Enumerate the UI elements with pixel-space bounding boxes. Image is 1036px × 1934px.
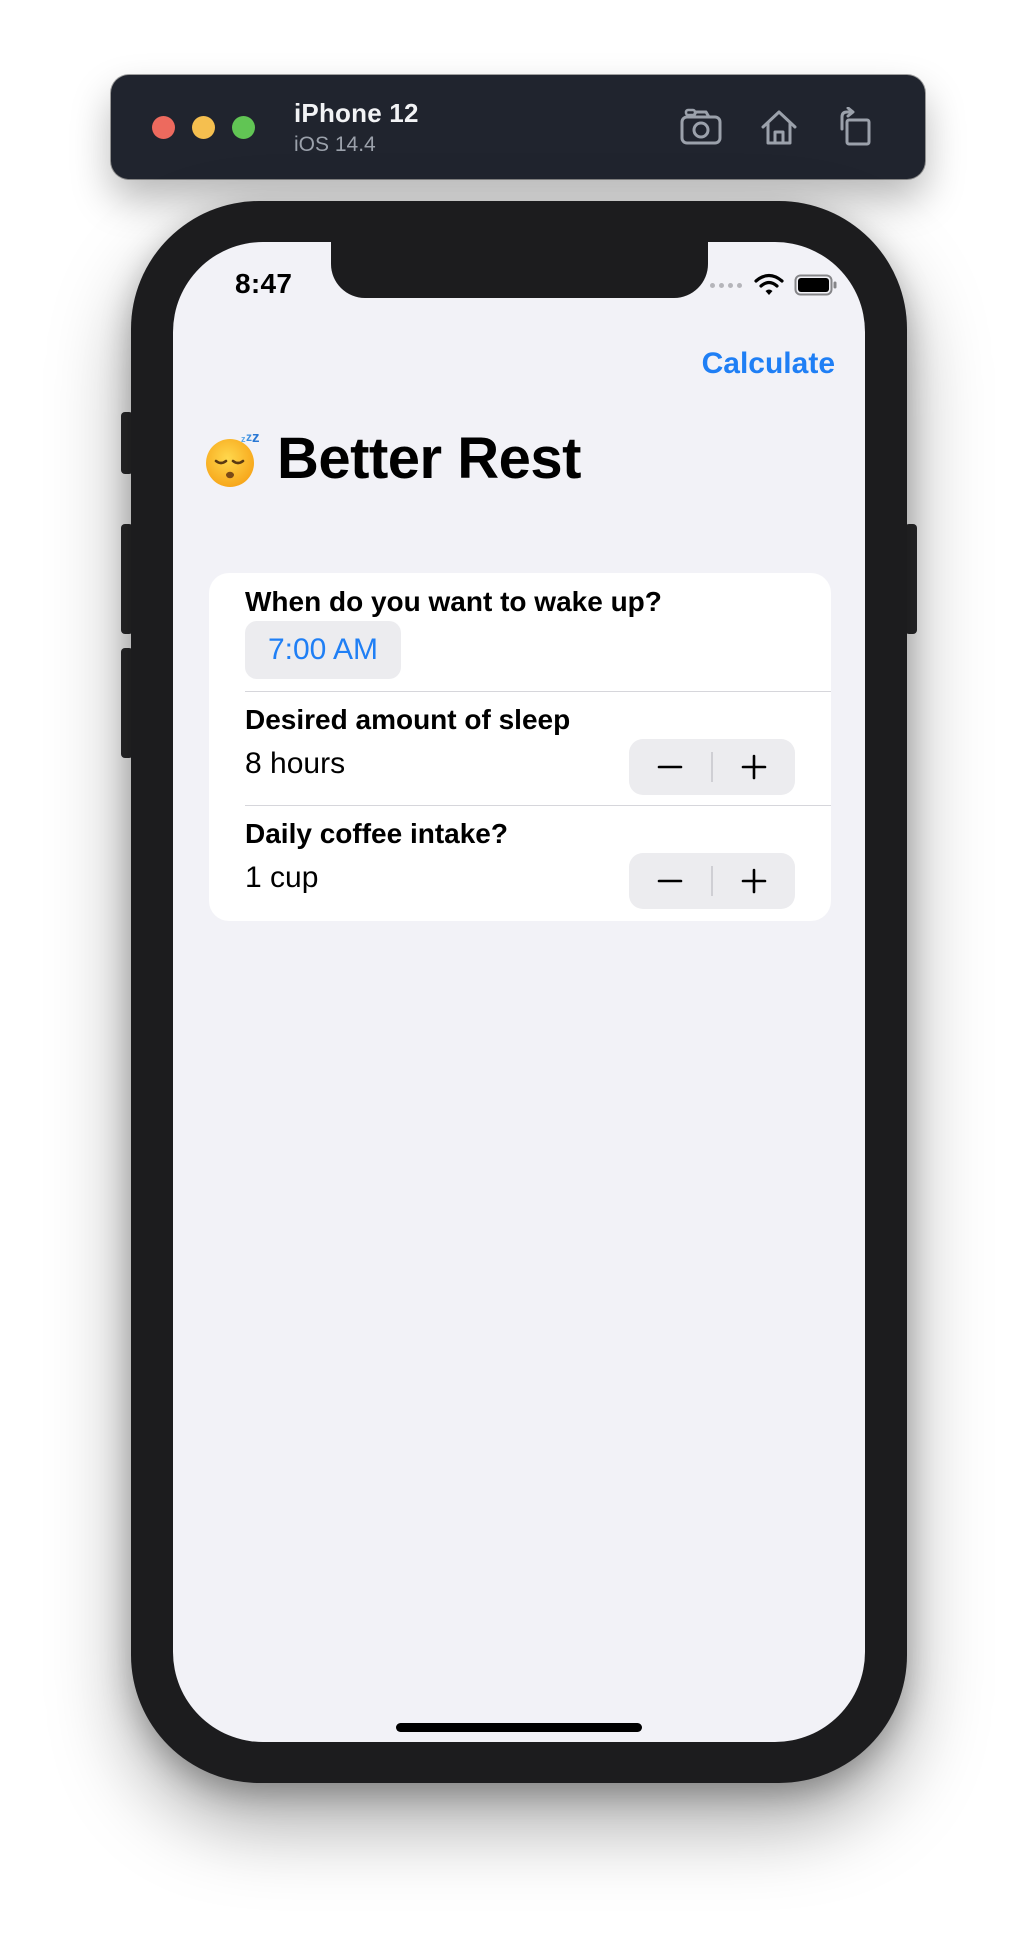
battery-icon <box>794 274 837 296</box>
simulator-os-version: iOS 14.4 <box>294 133 376 156</box>
coffee-intake-stepper <box>629 853 795 909</box>
coffee-decrement-button[interactable] <box>629 853 711 909</box>
status-time: 8:47 <box>235 268 293 299</box>
simulator-device-name: iPhone 12 <box>294 98 419 128</box>
simulator-title-bar: iPhone 12 iOS 14.4 <box>111 75 925 179</box>
window-minimize-button[interactable] <box>192 116 215 139</box>
notch <box>331 242 708 298</box>
home-icon <box>761 110 797 145</box>
rotate-button[interactable] <box>831 103 879 151</box>
home-indicator[interactable] <box>396 1723 642 1732</box>
camera-icon <box>680 108 722 145</box>
plus-icon <box>741 754 767 780</box>
window-zoom-button[interactable] <box>232 116 255 139</box>
home-button[interactable] <box>755 103 803 151</box>
cellular-icon <box>710 282 742 288</box>
stage: iPhone 12 iOS 14.4 8:47 Calculate z z z … <box>0 0 1036 1934</box>
title-row: z z z Better Rest <box>203 425 581 492</box>
calculate-button[interactable]: Calculate <box>702 347 835 381</box>
plus-icon <box>741 868 767 894</box>
sleep-amount-value: 8 hours <box>245 747 346 780</box>
screenshot-button[interactable] <box>677 103 725 151</box>
page-title: Better Rest <box>277 426 581 491</box>
status-icons <box>710 270 838 300</box>
coffee-increment-button[interactable] <box>713 853 795 909</box>
minus-icon <box>657 879 683 883</box>
sleep-amount-stepper <box>629 739 795 795</box>
sleep-increment-button[interactable] <box>713 739 795 795</box>
coffee-intake-label: Daily coffee intake? <box>245 818 508 849</box>
wifi-icon <box>754 273 784 295</box>
minus-icon <box>657 765 683 769</box>
coffee-intake-section: Daily coffee intake? 1 cup <box>209 805 831 921</box>
rotate-icon <box>840 107 871 146</box>
wake-up-section: When do you want to wake up? 7:00 AM <box>209 573 831 691</box>
sleep-amount-section: Desired amount of sleep 8 hours <box>209 691 831 805</box>
sleep-amount-label: Desired amount of sleep <box>245 704 571 735</box>
sleeping-face-emoji-icon: z z z <box>203 429 261 488</box>
form-card: When do you want to wake up? 7:00 AM Des… <box>209 573 831 921</box>
coffee-intake-value: 1 cup <box>245 861 319 894</box>
wake-up-label: When do you want to wake up? <box>245 586 662 617</box>
wake-up-time-picker[interactable]: 7:00 AM <box>245 621 401 679</box>
svg-text:z: z <box>252 430 260 446</box>
sleep-decrement-button[interactable] <box>629 739 711 795</box>
window-close-button[interactable] <box>152 116 175 139</box>
phone-screen: 8:47 Calculate z z z Better Rest When do… <box>173 242 865 1742</box>
